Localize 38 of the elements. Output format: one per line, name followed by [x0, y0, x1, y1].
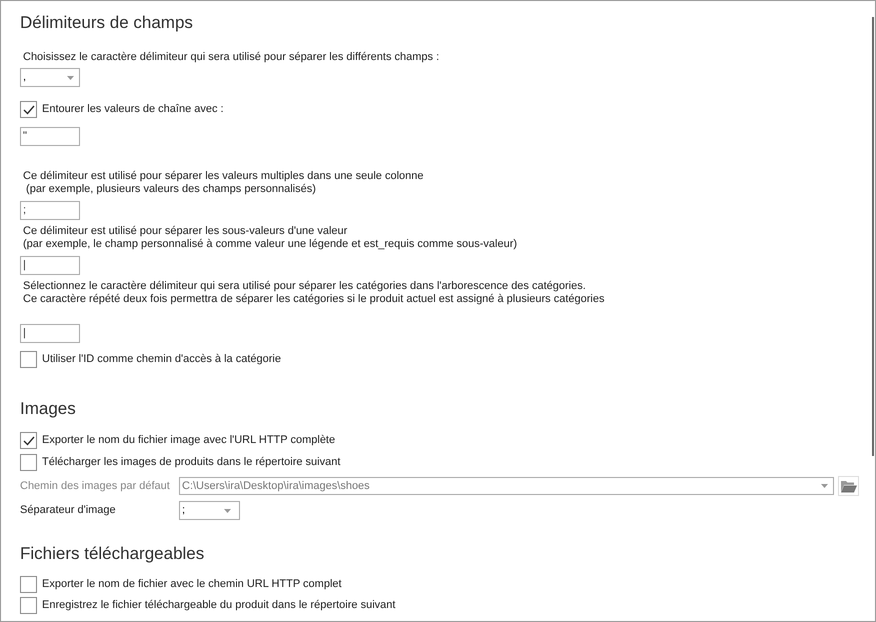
checkbox[interactable] — [20, 454, 37, 471]
folder-button[interactable] — [838, 476, 859, 496]
checkbox[interactable] — [20, 351, 37, 368]
scrollbar[interactable] — [872, 17, 874, 456]
checkbox[interactable] — [20, 432, 37, 449]
dropdown-arrow-icon — [821, 484, 828, 488]
description-text: Ce délimiteur est utilisé pour séparer les valeurs multiples dans une seule colonne — [22, 170, 424, 183]
description-text: Ce délimiteur est utilisé pour séparer les sous-valeurs d'une valeur — [22, 225, 348, 238]
description-text: Sélectionnez le caractère délimiteur qui sera utilisé pour séparer les catégories dans l'arborescence des catégories. — [22, 280, 587, 293]
input-field[interactable]: | — [20, 324, 80, 343]
checkbox-label: Exporter le nom de fichier avec le chemin URL HTTP complet — [42, 577, 342, 592]
checkmark-icon — [22, 436, 34, 446]
checkbox-label: Télécharger les images de produits dans le répertoire suivant — [42, 455, 340, 470]
checkbox-label: Utiliser l'ID comme chemin d'accès à la catégorie — [42, 352, 281, 368]
description-text: Ce caractère répété deux fois permettra de séparer les catégories si le produit actuel est assigné à plusieurs catégories — [22, 293, 606, 306]
input-field[interactable]: ; — [20, 201, 80, 220]
separator-dropdown[interactable]: ; — [179, 501, 240, 520]
input-field[interactable]: | — [20, 256, 80, 275]
description-text: Choisissez le caractère délimiteur qui sera utilisé pour séparer les différents champs : — [22, 51, 440, 64]
checkbox[interactable] — [20, 597, 37, 614]
description-text: (par exemple, le champ personnalisé à comme valeur une légende et est_requis comme sous-valeur) — [22, 238, 518, 251]
field-label: Chemin des images par défaut — [20, 478, 171, 494]
delimiter-dropdown[interactable]: , — [20, 68, 80, 87]
input-field[interactable]: " — [20, 127, 80, 146]
dropdown-arrow-icon — [67, 76, 74, 80]
section-heading: Images — [20, 399, 77, 419]
section-heading: Fichiers téléchargeables — [20, 544, 206, 564]
dropdown-arrow-icon — [224, 508, 231, 512]
folder-icon — [840, 480, 856, 492]
checkbox-label: Entourer les valeurs de chaîne avec : — [42, 102, 224, 118]
field-label: Séparateur d'image — [20, 503, 117, 518]
checkbox[interactable] — [20, 101, 37, 118]
checkbox-label: Exporter le nom du fichier image avec l'URL HTTP complète — [42, 433, 336, 448]
checkmark-icon — [22, 104, 34, 114]
checkbox-label: Enregistrez le fichier téléchargeable du produit dans le répertoire suivant — [42, 598, 396, 614]
section-heading: Délimiteurs de champs — [20, 13, 194, 33]
description-text: (par exemple, plusieurs valeurs des champs personnalisés) — [25, 183, 317, 196]
checkbox[interactable] — [20, 576, 37, 593]
